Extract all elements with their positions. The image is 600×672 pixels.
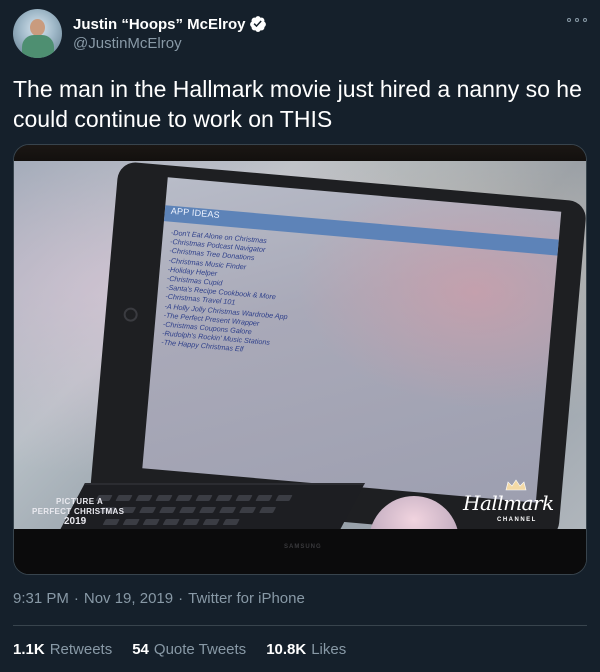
quote-tweets-count: 54 [132,641,149,658]
quote-tweets-stat[interactable]: 54 Quote Tweets [132,641,246,658]
movie-promo-badge: PICTURE A PERFECT CHRISTMAS 2019 [32,497,142,529]
separator: · [73,590,79,607]
separator: · [178,590,184,607]
promo-line-2: PERFECT CHRISTMAS [32,507,125,516]
keyboard-key [239,507,257,513]
tweet-stats: 1.1K Retweets 54 Quote Tweets 10.8K Like… [13,641,366,658]
verified-badge-icon [249,15,267,33]
likes-label: Likes [311,641,347,658]
tweet-date[interactable]: Nov 19, 2019 [84,590,173,607]
promo-line-3: 2019 [64,516,87,527]
keyboard-key [179,507,197,513]
tv-brand-label: SAMSUNG [284,544,322,550]
more-dot [567,18,571,22]
tablet-camera-icon [123,307,139,323]
keyboard-key [142,519,160,525]
keyboard-key [259,507,277,513]
more-dot [575,18,579,22]
likes-stat[interactable]: 10.8K Likes [266,641,346,658]
quote-tweets-label: Quote Tweets [153,641,247,658]
keyboard-key [182,519,200,525]
display-name[interactable]: Justin “Hoops” McElroy [73,16,246,33]
hallmark-channel-logo: Hallmark CHANNEL [459,479,579,529]
keyboard-key [222,519,240,525]
avatar[interactable] [13,9,62,58]
keyboard-key [162,519,180,525]
keyboard-key [159,507,177,513]
author-names: Justin “Hoops” McElroy @JustinMcElroy [73,14,267,52]
keyboard-key [219,507,237,513]
keyboard-key [155,495,173,501]
tweet-card: Justin “Hoops” McElroy @JustinMcElroy Th… [0,0,600,672]
tweet-header: Justin “Hoops” McElroy @JustinMcElroy [13,9,587,59]
keyboard-key [235,495,253,501]
retweets-stat[interactable]: 1.1K Retweets [13,641,112,658]
user-handle[interactable]: @JustinMcElroy [73,35,267,52]
promo-line-1: PICTURE A [56,497,104,506]
keyboard-key [215,495,233,501]
keyboard-key [199,507,217,513]
hallmark-wordmark: Hallmark [463,491,554,515]
more-dot [583,18,587,22]
tv-bezel-bottom [14,529,586,574]
tablet-screen: APP IDEAS -Don't Eat Alone on Christmas … [142,177,562,503]
divider [13,625,587,626]
retweets-count: 1.1K [13,641,45,658]
tweet-source[interactable]: Twitter for iPhone [188,590,305,607]
avatar-body-shape [22,35,54,58]
more-options-icon[interactable] [567,13,587,27]
tweet-time[interactable]: 9:31 PM [13,590,69,607]
avatar-head-shape [30,19,45,36]
keyboard-key [255,495,273,501]
keyboard-key [175,495,193,501]
display-name-row: Justin “Hoops” McElroy [73,14,267,34]
keyboard-key [202,519,220,525]
tv-screen: APP IDEAS -Don't Eat Alone on Christmas … [14,161,586,529]
keyboard-key [195,495,213,501]
tweet-media-photo[interactable]: APP IDEAS -Don't Eat Alone on Christmas … [13,144,587,575]
tweet-metadata: 9:31 PM · Nov 19, 2019 · Twitter for iPhone [13,590,305,607]
retweets-label: Retweets [49,641,113,658]
keyboard-key [275,495,293,501]
tablet-device: APP IDEAS -Don't Eat Alone on Christmas … [89,161,586,529]
likes-count: 10.8K [266,641,307,658]
app-ideas-list: -Don't Eat Alone on Christmas -Christmas… [161,228,295,358]
channel-label: CHANNEL [497,517,537,523]
crown-icon [505,479,527,491]
tweet-text: The man in the Hallmark movie just hired… [13,76,582,132]
